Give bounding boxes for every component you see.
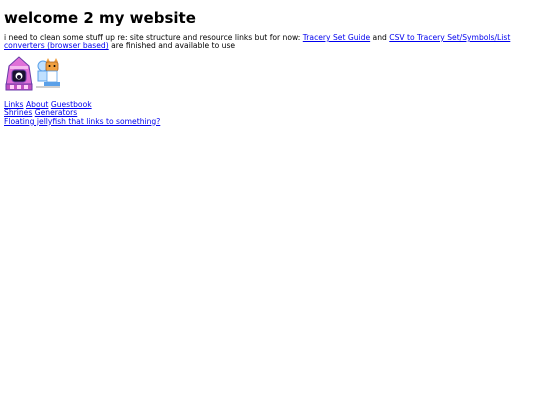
cat-characters-pixel-icon[interactable]: [32, 56, 62, 92]
nav-row-3: Floating jellyfish that links to somethi…: [4, 117, 160, 126]
nav-jellyfish-link[interactable]: Floating jellyfish that links to somethi…: [4, 117, 160, 126]
site-navigation: Links About Guestbook Shrines Generators…: [4, 100, 160, 126]
page-title: welcome 2 my website: [4, 9, 196, 27]
badge-images: [4, 56, 64, 92]
intro-paragraph: i need to clean some stuff up re: site s…: [4, 33, 536, 51]
intro-text-after: are finished and available to use: [108, 41, 236, 51]
tracery-set-guide-link[interactable]: Tracery Set Guide: [303, 33, 370, 42]
pink-backpack-pixel-icon[interactable]: [4, 56, 34, 92]
intro-text-between: and: [370, 33, 390, 42]
